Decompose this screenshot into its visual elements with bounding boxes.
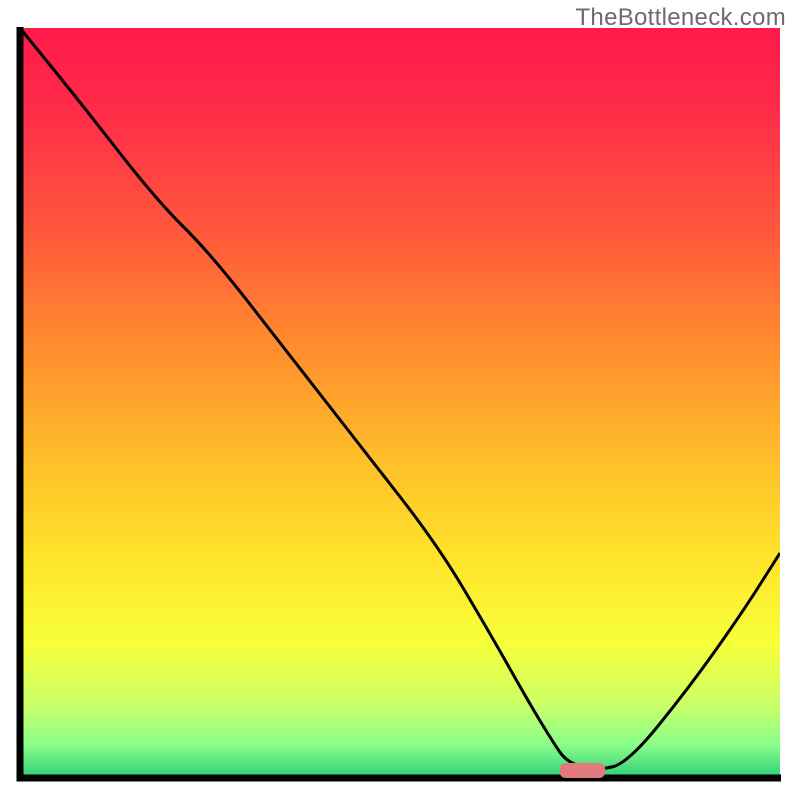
bottleneck-chart: TheBottleneck.com: [0, 0, 800, 800]
gradient-background: [20, 28, 780, 778]
chart-svg: [0, 0, 800, 800]
optimal-marker: [560, 763, 606, 778]
watermark-text: TheBottleneck.com: [575, 4, 786, 32]
